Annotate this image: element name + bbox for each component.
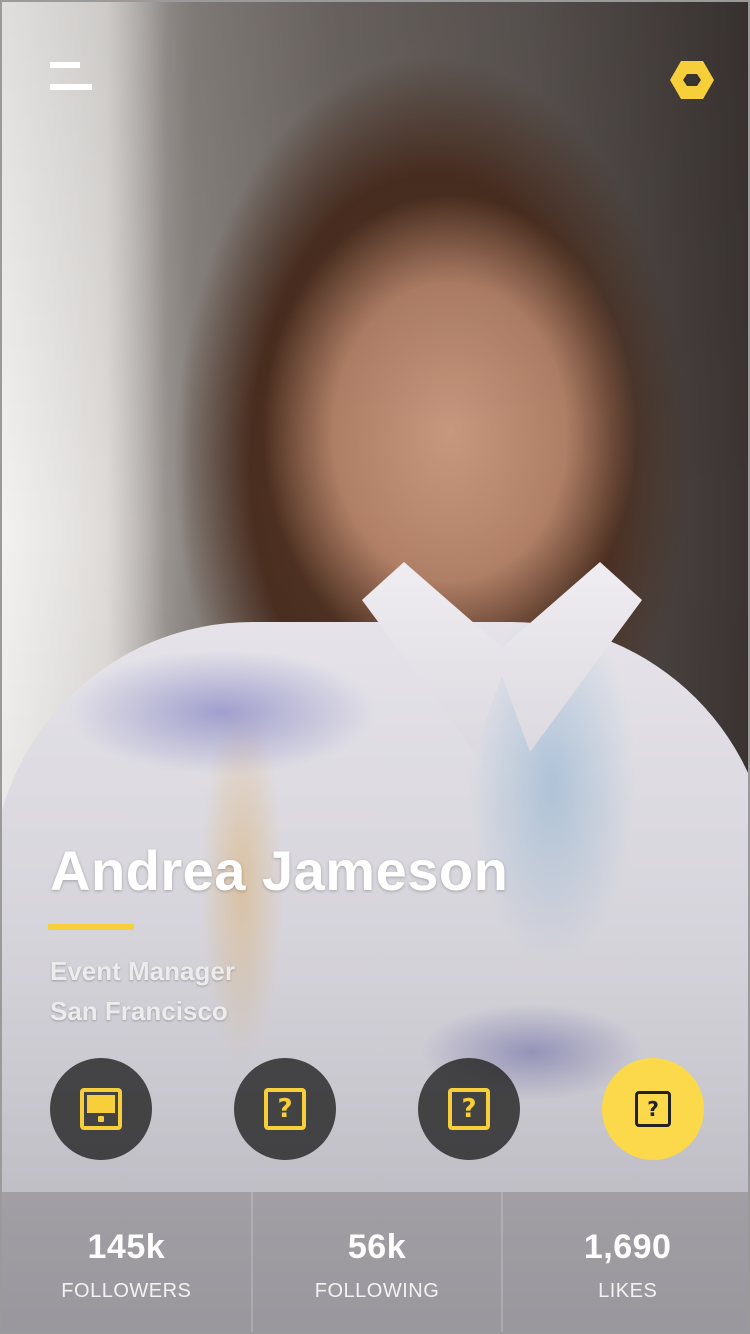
stats-bar: 145k FOLLOWERS 56k FOLLOWING 1,690 LIKES bbox=[2, 1192, 748, 1332]
stat-value: 56k bbox=[347, 1228, 407, 1266]
stat-following[interactable]: 56k FOLLOWING bbox=[250, 1192, 502, 1332]
stat-likes[interactable]: 1,690 LIKES bbox=[501, 1192, 748, 1332]
stat-followers[interactable]: 145k FOLLOWERS bbox=[2, 1192, 251, 1332]
question-icon: ? bbox=[635, 1091, 671, 1127]
profile-screen: Andrea Jameson Event Manager San Francis… bbox=[0, 0, 750, 1334]
action-button-3[interactable]: ? bbox=[418, 1058, 520, 1160]
stat-value: 145k bbox=[87, 1228, 166, 1266]
menu-icon-bar-bottom bbox=[50, 84, 92, 90]
profile-role: Event Manager bbox=[50, 956, 235, 986]
hexagon-settings-icon[interactable] bbox=[670, 60, 714, 100]
tablet-button[interactable] bbox=[50, 1058, 152, 1160]
profile-location: San Francisco bbox=[50, 996, 228, 1026]
menu-icon-bar-top bbox=[50, 62, 80, 68]
stat-label: FOLLOWERS bbox=[61, 1280, 192, 1302]
stat-value: 1,690 bbox=[583, 1228, 672, 1266]
stat-label: LIKES bbox=[598, 1280, 658, 1302]
action-button-primary[interactable]: ? bbox=[602, 1058, 704, 1160]
name-underline bbox=[48, 924, 134, 930]
action-button-2[interactable]: ? bbox=[234, 1058, 336, 1160]
question-icon: ? bbox=[448, 1088, 490, 1130]
profile-name: Andrea Jameson bbox=[50, 839, 509, 902]
hexagon-icon-graphic bbox=[670, 61, 714, 99]
stat-label: FOLLOWING bbox=[314, 1280, 440, 1302]
menu-icon[interactable] bbox=[50, 60, 94, 94]
tablet-icon bbox=[80, 1088, 122, 1130]
question-icon: ? bbox=[264, 1088, 306, 1130]
